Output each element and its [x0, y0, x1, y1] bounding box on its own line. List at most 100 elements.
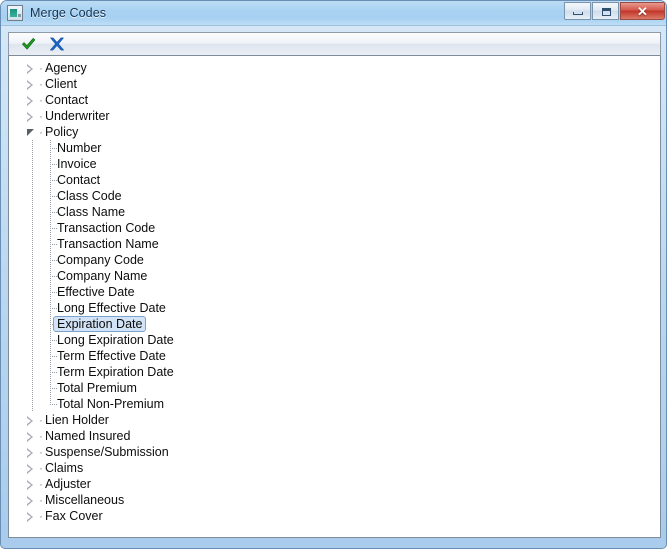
tree-item-label: Total Premium — [57, 381, 137, 395]
tree-guide-line — [50, 396, 51, 404]
cancel-button[interactable] — [46, 34, 70, 54]
tree-item-label: Policy — [45, 125, 79, 139]
tree-connector-line — [50, 308, 57, 309]
tree-item-label: Long Expiration Date — [57, 333, 174, 347]
tree-guide-line — [32, 188, 33, 204]
tree-connector-line — [50, 228, 57, 229]
tree-item-label: Agency — [45, 61, 87, 75]
tree-item[interactable]: Class Name — [9, 204, 660, 220]
chevron-right-icon[interactable] — [27, 96, 36, 106]
chevron-down-icon[interactable] — [27, 128, 36, 137]
tree-item[interactable]: Company Name — [9, 268, 660, 284]
tree-item[interactable]: Company Code — [9, 252, 660, 268]
tree-connector-line — [50, 244, 57, 245]
window-merge-icon — [7, 5, 23, 21]
tree-item-label: Term Expiration Date — [57, 365, 174, 379]
minimize-button[interactable] — [564, 2, 591, 20]
tree-connector-line — [50, 196, 57, 197]
chevron-right-icon[interactable] — [27, 416, 36, 426]
tree-item-label: Underwriter — [45, 109, 110, 123]
tree-item[interactable]: Number — [9, 140, 660, 156]
chevron-right-icon[interactable] — [27, 80, 36, 90]
tree-item[interactable]: · Contact — [9, 92, 660, 108]
accept-button[interactable] — [17, 34, 41, 54]
tree-item[interactable]: · Miscellaneous — [9, 492, 660, 508]
tree-item-label: Claims — [45, 461, 84, 475]
tree-item[interactable]: Contact — [9, 172, 660, 188]
tree-guide-line — [32, 236, 33, 252]
tree-guide-line — [32, 156, 33, 172]
tree-connector-line — [50, 388, 57, 389]
chevron-right-icon[interactable] — [27, 64, 36, 74]
tree-item-label: Suspense/Submission — [45, 445, 169, 459]
tree-connector-dot: · — [39, 93, 43, 107]
tree-connector-line — [50, 276, 57, 277]
tree-guide-line — [32, 332, 33, 348]
tree-guide-line — [32, 252, 33, 268]
close-button[interactable]: ✕ — [620, 2, 665, 20]
tree-item-label: Term Effective Date — [57, 349, 166, 363]
tree-guide-line — [32, 316, 33, 332]
merge-codes-window: Merge Codes ✕ · Agency · Client · Contac… — [0, 0, 667, 549]
chevron-right-icon[interactable] — [27, 496, 36, 506]
chevron-right-icon[interactable] — [27, 112, 36, 122]
tree-item[interactable]: Transaction Code — [9, 220, 660, 236]
title-bar: Merge Codes ✕ — [1, 1, 666, 26]
tree-item[interactable]: · Agency — [9, 60, 660, 76]
tree-connector-line — [50, 404, 57, 405]
tree-item[interactable]: Total Premium — [9, 380, 660, 396]
tree-item[interactable]: Term Expiration Date — [9, 364, 660, 380]
tree-item[interactable]: Class Code — [9, 188, 660, 204]
tree-item[interactable]: · Named Insured — [9, 428, 660, 444]
tree-item[interactable]: Total Non-Premium — [9, 396, 660, 412]
tree-item[interactable]: · Lien Holder — [9, 412, 660, 428]
tree-guide-line — [32, 300, 33, 316]
tree-item[interactable]: · Underwriter — [9, 108, 660, 124]
tree-item-label: Effective Date — [57, 285, 135, 299]
maximize-button[interactable] — [592, 2, 619, 20]
checkmark-icon — [22, 38, 36, 50]
chevron-right-icon[interactable] — [27, 480, 36, 490]
chevron-right-icon[interactable] — [27, 448, 36, 458]
tree-item[interactable]: Long Effective Date — [9, 300, 660, 316]
tree-connector-dot: · — [39, 77, 43, 91]
tree-item-label: Transaction Code — [57, 221, 156, 235]
tree-item[interactable]: · Adjuster — [9, 476, 660, 492]
tree-item[interactable]: · Policy — [9, 124, 660, 140]
tree-connector-dot: · — [39, 509, 43, 523]
tree-item[interactable]: Transaction Name — [9, 236, 660, 252]
tree-item[interactable]: · Claims — [9, 460, 660, 476]
tree-connector-line — [50, 148, 57, 149]
chevron-right-icon[interactable] — [27, 512, 36, 522]
tree-connector-dot: · — [39, 461, 43, 475]
tree-item-label: Contact — [57, 173, 101, 187]
tree-connector-line — [50, 356, 57, 357]
tree-item[interactable]: · Client — [9, 76, 660, 92]
chevron-right-icon[interactable] — [27, 464, 36, 474]
tree-item-label: Expiration Date — [53, 316, 147, 332]
chevron-right-icon[interactable] — [27, 432, 36, 442]
tree-item[interactable]: · Fax Cover — [9, 508, 660, 524]
merge-codes-tree[interactable]: · Agency · Client · Contact · Underwriter · Polic… — [9, 60, 660, 524]
tree-connector-line — [50, 292, 57, 293]
tree-connector-dot: · — [39, 477, 43, 491]
tree-item[interactable]: Expiration Date — [9, 316, 660, 332]
minimize-icon — [573, 12, 583, 15]
merge-codes-tree-panel[interactable]: · Agency · Client · Contact · Underwriter · Polic… — [8, 56, 661, 538]
tree-item[interactable]: Invoice — [9, 156, 660, 172]
tree-item-label: Lien Holder — [45, 413, 109, 427]
tree-connector-line — [50, 372, 57, 373]
tree-item[interactable]: Effective Date — [9, 284, 660, 300]
tree-item-label: Client — [45, 77, 77, 91]
tree-item-label: Number — [57, 141, 102, 155]
tree-item-label: Company Code — [57, 253, 144, 267]
tree-item-label: Miscellaneous — [45, 493, 125, 507]
tree-connector-dot: · — [39, 61, 43, 75]
tree-item[interactable]: Term Effective Date — [9, 348, 660, 364]
tree-item[interactable]: Long Expiration Date — [9, 332, 660, 348]
tree-connector-line — [50, 212, 57, 213]
tree-item-label: Total Non-Premium — [57, 397, 164, 411]
tree-item-label: Named Insured — [45, 429, 131, 443]
tree-connector-dot: · — [39, 429, 43, 443]
tree-item[interactable]: · Suspense/Submission — [9, 444, 660, 460]
